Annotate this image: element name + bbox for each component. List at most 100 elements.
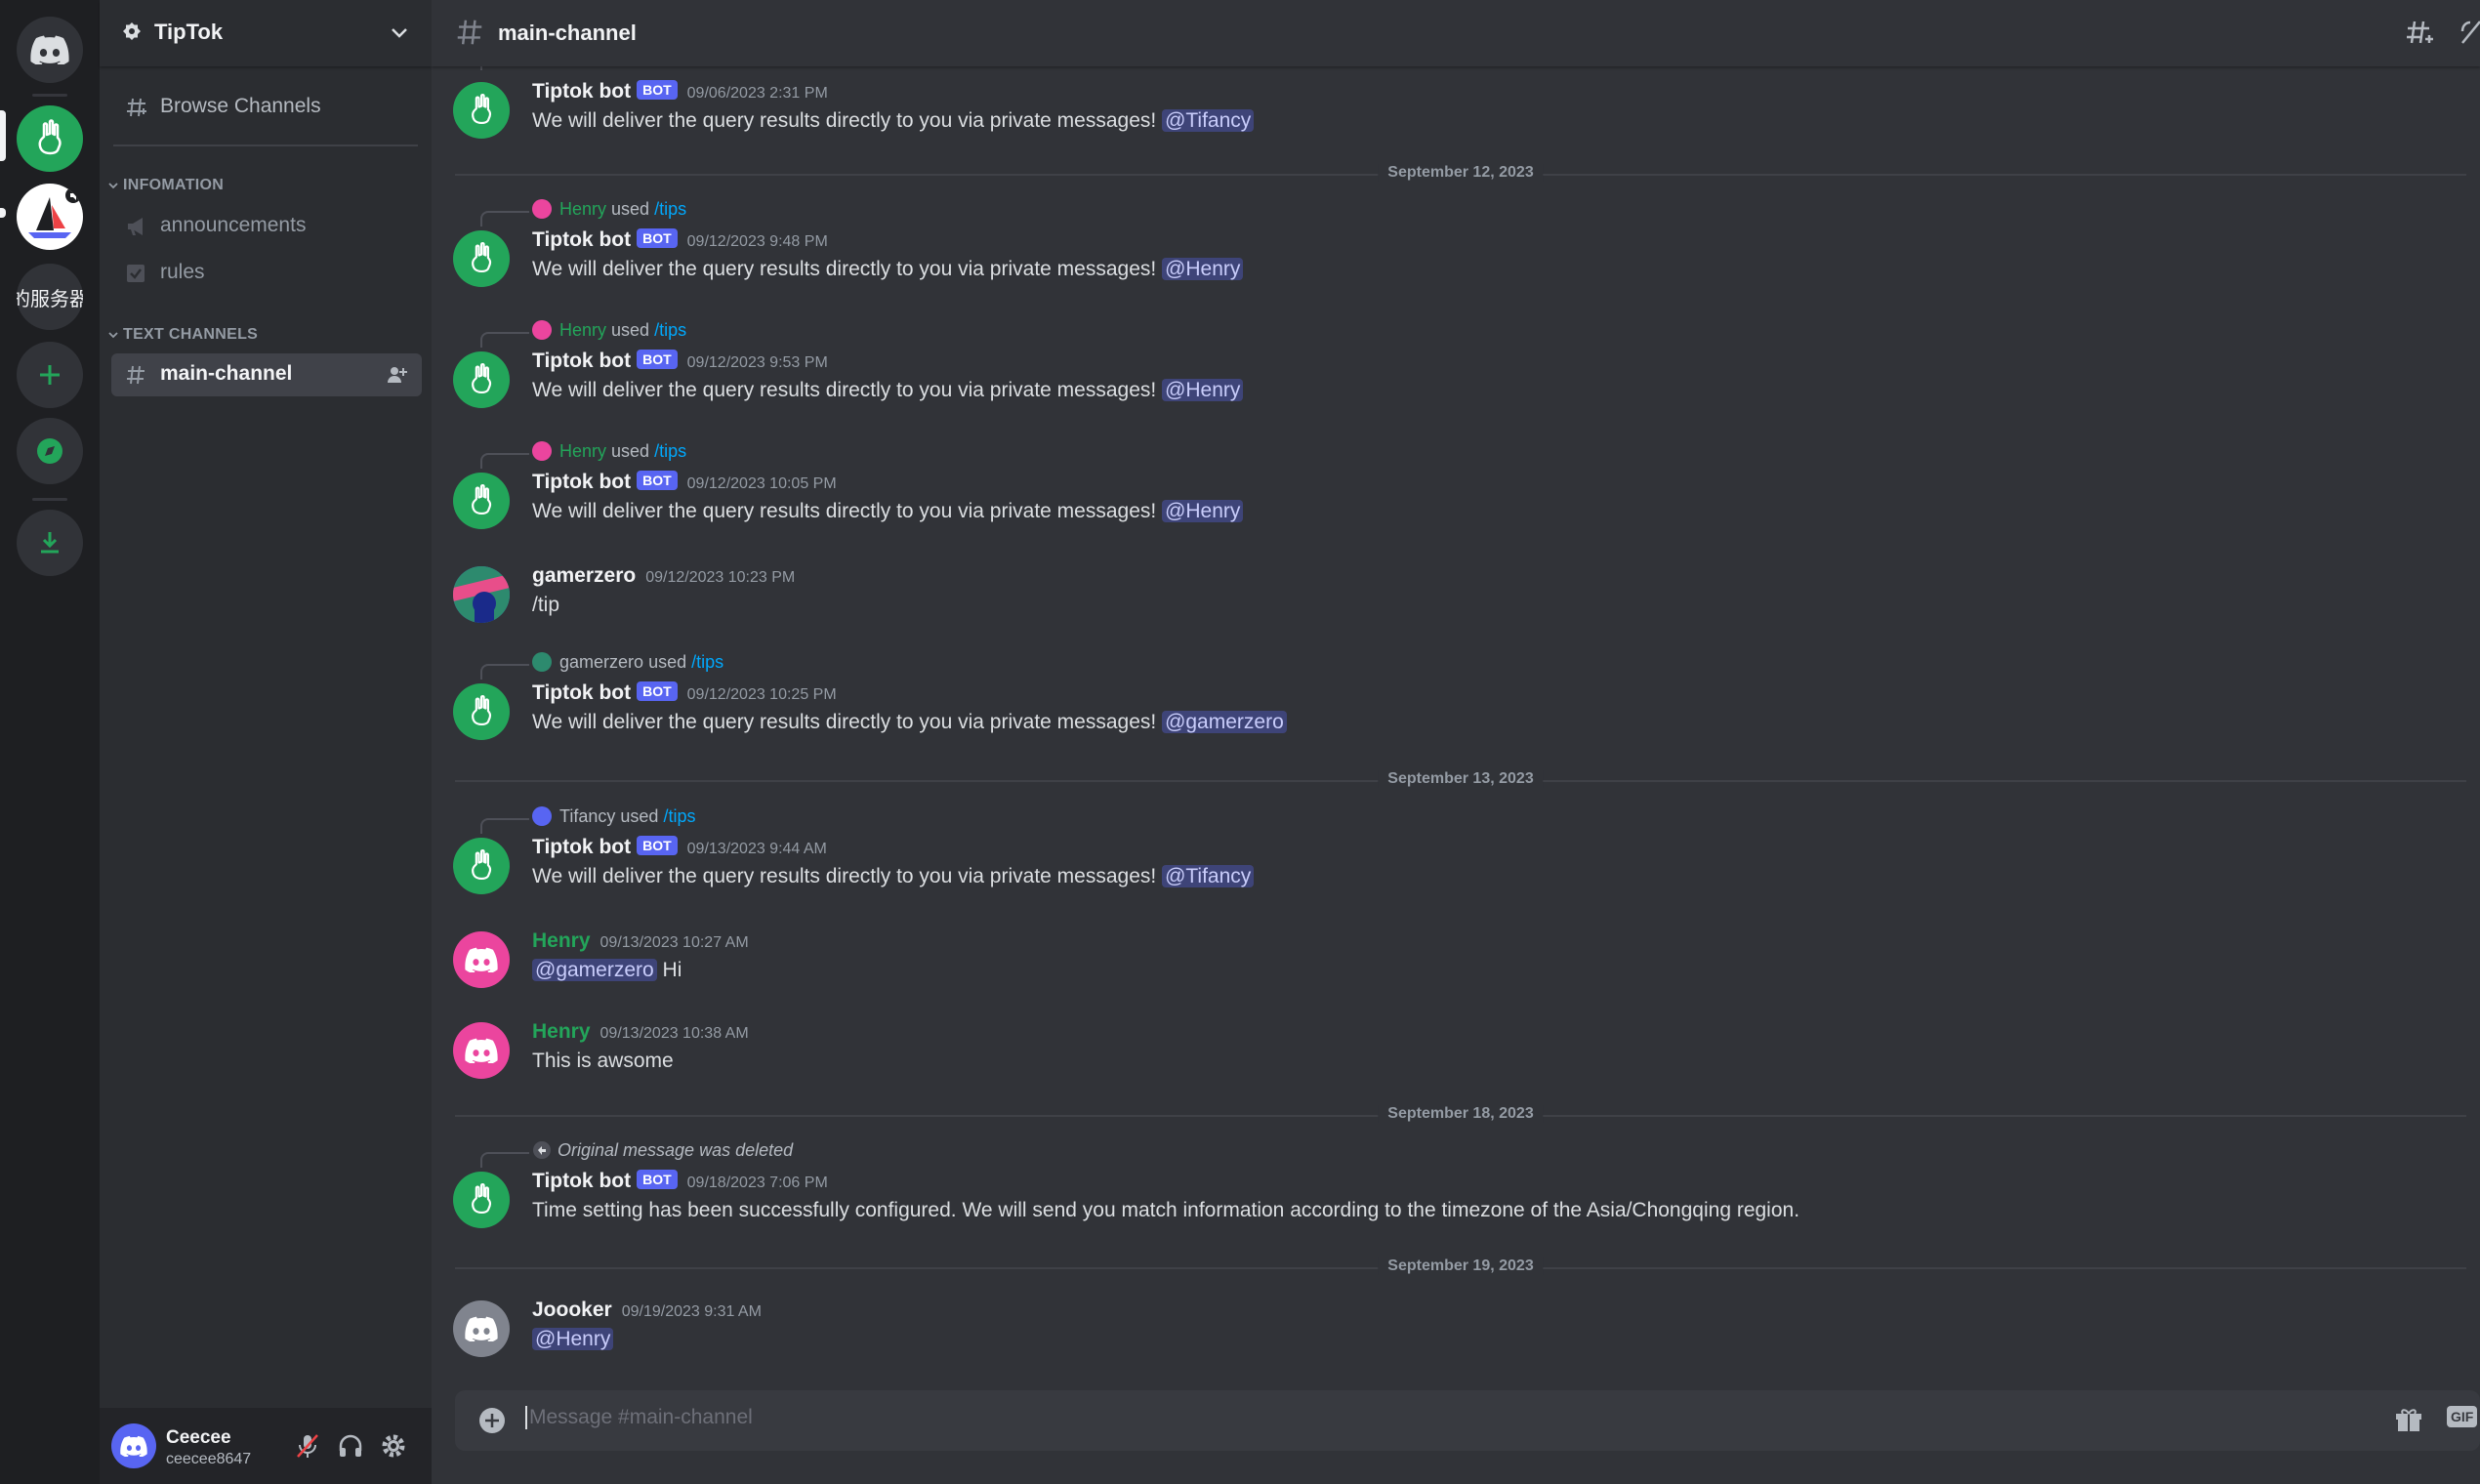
gear-icon[interactable]: [379, 1431, 408, 1461]
reply-command[interactable]: /tips: [654, 441, 686, 461]
browse-channels-label: Browse Channels: [160, 95, 321, 117]
channel-label: main-channel: [160, 362, 293, 385]
gamer-avatar-icon: [453, 566, 510, 623]
author-name[interactable]: gamerzero: [532, 564, 636, 587]
message-content: We will deliver the query results direct…: [532, 109, 1157, 132]
avatar[interactable]: [453, 230, 510, 287]
add-attachment-icon[interactable]: [478, 1407, 506, 1434]
timestamp: 09/12/2023 9:53 PM: [686, 354, 828, 371]
mention[interactable]: @gamerzero: [532, 959, 657, 981]
reply-user[interactable]: gamerzero: [559, 652, 643, 672]
reply-preview[interactable]: Henry used /tips: [532, 320, 686, 341]
reply-preview[interactable]: gamerzero used /tips: [532, 652, 723, 673]
mention[interactable]: @Tifancy: [1162, 865, 1255, 887]
message-content: Hi: [662, 959, 682, 981]
reply-avatar: [532, 441, 552, 461]
reply-command[interactable]: /tips: [654, 320, 686, 340]
hash-icon: [457, 20, 482, 45]
mention[interactable]: @gamerzero: [1162, 711, 1287, 733]
date-divider: September 18, 2023: [455, 1105, 2466, 1123]
avatar[interactable]: [453, 683, 510, 740]
avatar[interactable]: [453, 931, 510, 988]
explore-compass-icon[interactable]: [17, 418, 83, 484]
message-content: We will deliver the query results direct…: [532, 379, 1157, 401]
reply-preview[interactable]: Henry used /tips: [532, 441, 686, 462]
mute-mic-icon[interactable]: [293, 1431, 322, 1461]
download-icon[interactable]: [17, 510, 83, 576]
message-input[interactable]: Message #main-channel: [525, 1406, 753, 1429]
user-panel: Ceecee ceecee8647: [100, 1408, 432, 1484]
guild-name: TipTok: [154, 20, 224, 44]
discord-home-icon[interactable]: [17, 17, 83, 83]
reply-user[interactable]: Henry: [559, 441, 606, 461]
reply-preview[interactable]: Original message was deleted: [532, 1140, 793, 1161]
timestamp: 09/12/2023 10:23 PM: [645, 569, 796, 586]
browse-channels-button[interactable]: Browse Channels: [111, 86, 420, 129]
date-divider: September 12, 2023: [455, 164, 2466, 182]
mention[interactable]: @Henry: [1162, 258, 1244, 280]
avatar[interactable]: [453, 1172, 510, 1228]
channel-announcements[interactable]: announcements: [111, 205, 422, 248]
author-name[interactable]: Tiptok bot: [532, 350, 631, 372]
avatar[interactable]: [111, 1423, 156, 1468]
reply-user[interactable]: Henry: [559, 199, 606, 219]
avatar[interactable]: [453, 473, 510, 529]
bot-hand-icon: [472, 93, 492, 125]
threads-icon[interactable]: [2404, 18, 2435, 49]
reply-user[interactable]: Tifancy: [559, 806, 615, 826]
mention[interactable]: @Henry: [1162, 500, 1244, 522]
avatar[interactable]: [453, 838, 510, 894]
channel-rules[interactable]: rules: [111, 252, 422, 295]
timestamp: 09/13/2023 9:44 AM: [686, 841, 827, 857]
reply-user[interactable]: Henry: [559, 320, 606, 340]
author-name[interactable]: Henry: [532, 1020, 591, 1043]
bot-badge: BOT: [637, 228, 678, 248]
discord-avatar-icon: [465, 947, 498, 972]
avatar[interactable]: [453, 351, 510, 408]
author-name[interactable]: Tiptok bot: [532, 836, 631, 858]
chevron-down-icon[interactable]: [389, 21, 410, 43]
headphones-icon[interactable]: [336, 1431, 365, 1461]
gif-button[interactable]: GIF: [2447, 1406, 2478, 1427]
category-label: INFOMATION: [123, 177, 225, 193]
date-divider: September 13, 2023: [455, 770, 2466, 788]
author-name[interactable]: Tiptok bot: [532, 1170, 631, 1192]
guild-header[interactable]: TipTok: [100, 0, 432, 66]
reply-command[interactable]: /tips: [663, 806, 695, 826]
reply-command[interactable]: /tips: [654, 199, 686, 219]
avatar[interactable]: [453, 1022, 510, 1079]
reply-preview[interactable]: Tifancy used /tips: [532, 806, 695, 827]
author-name[interactable]: Tiptok bot: [532, 228, 631, 251]
reply-spine: [480, 664, 529, 680]
add-server-icon[interactable]: [17, 342, 83, 408]
reply-command[interactable]: /tips: [691, 652, 723, 672]
timestamp: 09/13/2023 10:38 AM: [599, 1025, 749, 1042]
avatar[interactable]: [453, 1300, 510, 1357]
avatar[interactable]: [453, 566, 510, 623]
timestamp: 09/06/2023 2:31 PM: [686, 85, 828, 102]
mention[interactable]: @Henry: [532, 1328, 614, 1350]
author-name[interactable]: Tiptok bot: [532, 681, 631, 704]
author-name[interactable]: Henry: [532, 929, 591, 952]
author-name[interactable]: Tiptok bot: [532, 471, 631, 493]
mention[interactable]: @Tifancy: [1162, 109, 1255, 132]
bot-badge: BOT: [637, 681, 678, 701]
author-name[interactable]: Tiptok bot: [532, 80, 631, 103]
avatar[interactable]: [453, 82, 510, 139]
invite-member-icon[interactable]: [387, 364, 408, 386]
reply-preview[interactable]: Henry used /tips: [532, 199, 686, 220]
server-tiptok-icon[interactable]: [17, 105, 83, 172]
channel-main-channel[interactable]: main-channel: [111, 353, 422, 396]
gift-icon[interactable]: [2394, 1406, 2423, 1435]
message-composer[interactable]: Message #main-channel GIF: [455, 1390, 2480, 1451]
sidebar-divider: [113, 144, 418, 146]
mute-channel-icon[interactable]: [2459, 18, 2480, 49]
guild-badge-icon: [123, 22, 141, 40]
message-text: We will deliver the query results direct…: [532, 500, 1244, 523]
server-chinese-text[interactable]: 的服务器: [17, 264, 83, 330]
author-name[interactable]: Joooker: [532, 1298, 612, 1321]
date-divider: September 19, 2023: [455, 1257, 2466, 1275]
server-sailboat-icon[interactable]: [17, 184, 83, 250]
mention[interactable]: @Henry: [1162, 379, 1244, 401]
message: Henry 09/13/2023 10:27 AM @gamerzero Hi: [432, 929, 2480, 1008]
